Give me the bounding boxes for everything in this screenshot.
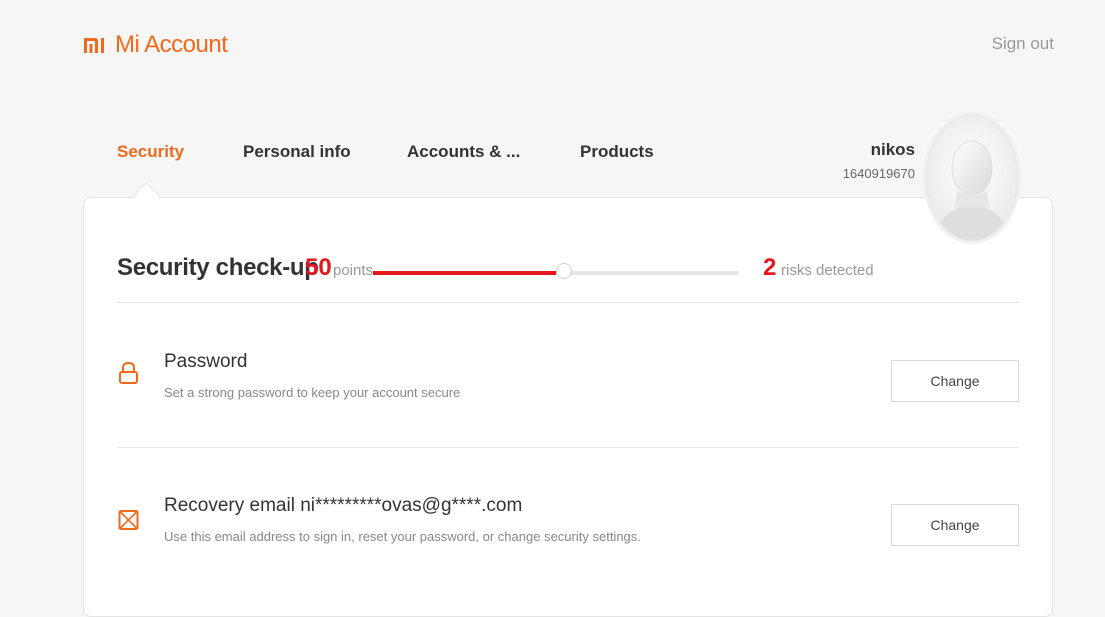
recovery-email-title: Recovery email ni*********ovas@g****.com [164, 495, 523, 516]
recovery-email-description: Use this email address to sign in, reset… [164, 529, 641, 544]
sign-out-link[interactable]: Sign out [992, 34, 1054, 54]
avatar-silhouette-icon [927, 116, 1017, 240]
avatar[interactable] [926, 115, 1018, 241]
divider [117, 302, 1019, 303]
security-score: 50 [305, 254, 332, 281]
security-score-handle[interactable] [556, 263, 572, 279]
security-score-fill [373, 271, 556, 275]
risks-label: risks detected [781, 262, 874, 279]
tab-security[interactable]: Security [117, 142, 184, 162]
password-title: Password [164, 351, 248, 372]
change-password-button[interactable]: Change [891, 360, 1019, 402]
security-checkup-title: Security check-up [117, 254, 319, 281]
tab-products[interactable]: Products [580, 142, 654, 162]
mi-logo-icon [84, 38, 104, 53]
risks-count: 2 [763, 254, 777, 281]
envelope-icon [118, 510, 139, 530]
user-id: 1640919670 [842, 166, 915, 181]
tab-personal-info[interactable]: Personal info [243, 142, 351, 162]
lock-icon [119, 361, 138, 384]
security-score-label: points [333, 262, 374, 279]
mi-logo[interactable]: Mi Account [83, 30, 228, 60]
password-description: Set a strong password to keep your accou… [164, 385, 461, 400]
app-title: Mi Account [115, 31, 228, 58]
divider [117, 447, 1019, 448]
tab-accounts[interactable]: Accounts & ... [407, 142, 520, 162]
change-recovery-email-button[interactable]: Change [891, 504, 1019, 546]
user-name: nikos [870, 140, 915, 159]
